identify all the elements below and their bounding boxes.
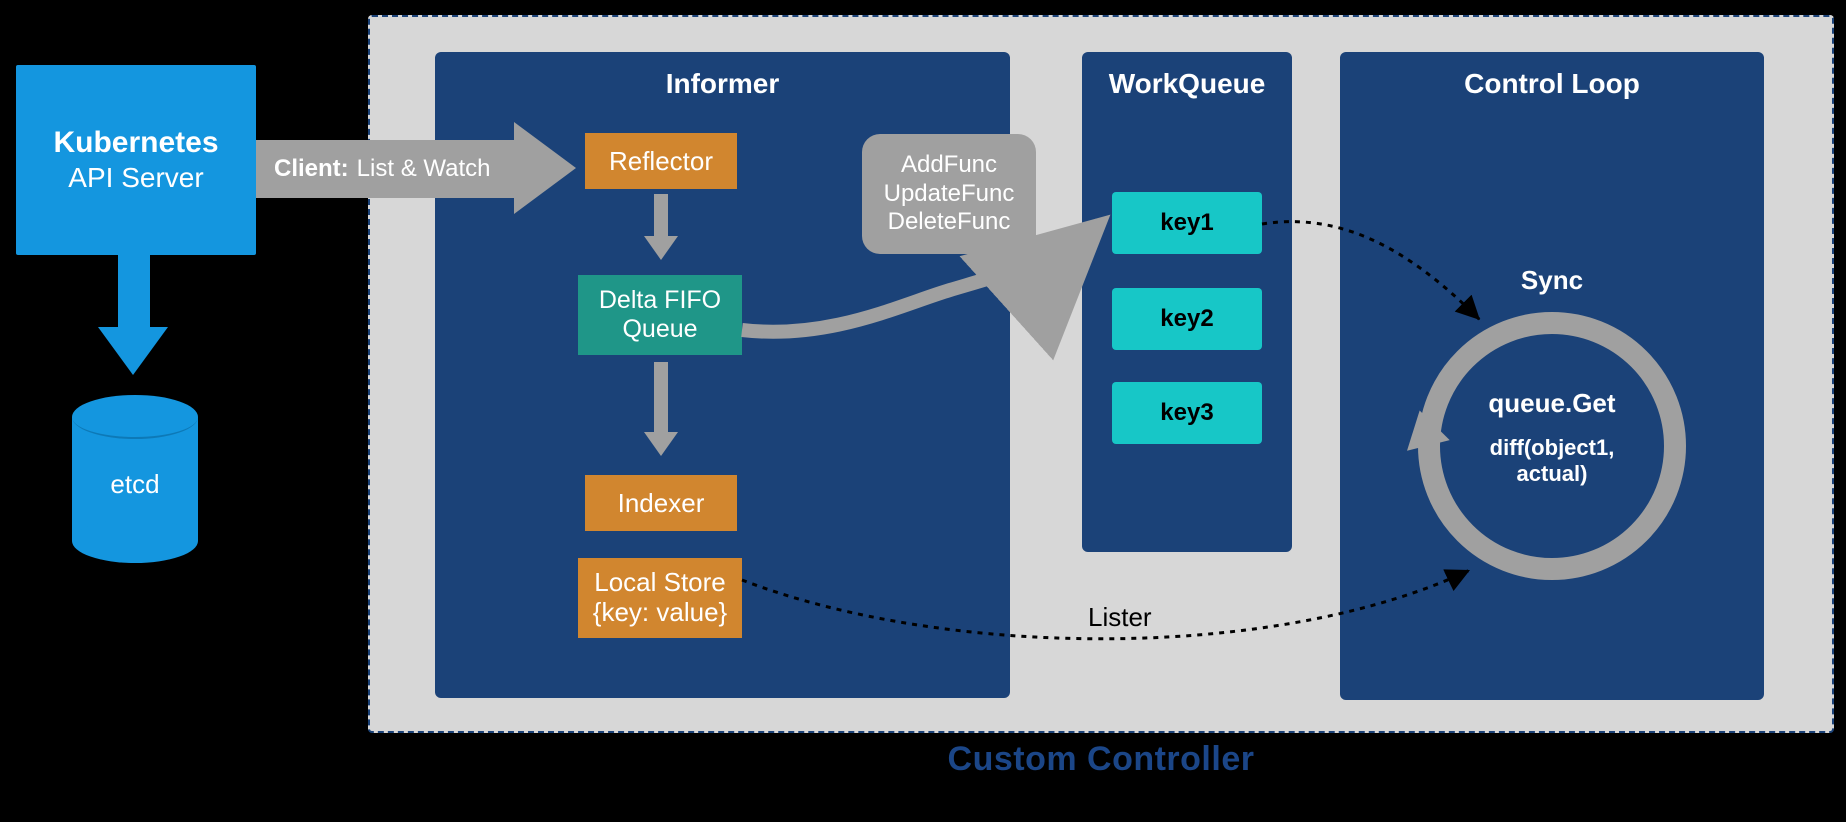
callback-funcs-bubble: AddFunc UpdateFunc DeleteFunc bbox=[862, 134, 1036, 254]
informer-title: Informer bbox=[435, 52, 1010, 100]
delta-fifo-line2: Queue bbox=[622, 315, 697, 344]
workqueue-key3: key3 bbox=[1112, 382, 1262, 444]
api-server-subtitle: API Server bbox=[68, 162, 203, 194]
workqueue-key1: key1 bbox=[1112, 192, 1262, 254]
workqueue-title: WorkQueue bbox=[1082, 52, 1292, 100]
arrow-reflector-to-delta-icon bbox=[654, 194, 672, 264]
updatefunc-label: UpdateFunc bbox=[884, 180, 1015, 209]
diff-line1: diff(object1, bbox=[1490, 435, 1615, 460]
diagram-canvas: Kubernetes API Server etcd Informer Clie… bbox=[0, 0, 1846, 822]
addfunc-label: AddFunc bbox=[901, 151, 997, 180]
custom-controller-caption: Custom Controller bbox=[368, 740, 1834, 779]
queue-get-label: queue.Get bbox=[1438, 388, 1666, 419]
indexer-box: Indexer bbox=[585, 475, 737, 531]
etcd-label: etcd bbox=[72, 469, 198, 500]
local-store-line2: {key: value} bbox=[593, 598, 727, 628]
kubernetes-title: Kubernetes bbox=[53, 126, 218, 160]
local-store-line1: Local Store bbox=[594, 568, 726, 598]
lister-label: Lister bbox=[1088, 602, 1152, 633]
list-watch-text: List & Watch bbox=[357, 155, 491, 183]
deletefunc-label: DeleteFunc bbox=[888, 208, 1011, 237]
list-watch-arrow-icon: Client: List & Watch bbox=[256, 128, 586, 210]
kubernetes-api-server-box: Kubernetes API Server bbox=[16, 65, 256, 255]
etcd-cylinder: etcd bbox=[72, 395, 198, 555]
arrow-delta-to-indexer-icon bbox=[654, 362, 672, 462]
sync-label: Sync bbox=[1340, 265, 1764, 296]
control-loop-title: Control Loop bbox=[1340, 52, 1764, 100]
delta-fifo-line1: Delta FIFO bbox=[599, 286, 721, 315]
diff-line2: actual) bbox=[1517, 461, 1588, 486]
client-prefix: Client: bbox=[274, 155, 349, 183]
sync-text-block: queue.Get diff(object1, actual) bbox=[1438, 388, 1666, 488]
local-store-box: Local Store {key: value} bbox=[578, 558, 742, 638]
workqueue-key2: key2 bbox=[1112, 288, 1262, 350]
arrow-apiserver-to-etcd-icon bbox=[104, 255, 164, 375]
delta-fifo-queue-box: Delta FIFO Queue bbox=[578, 275, 742, 355]
reflector-box: Reflector bbox=[585, 133, 737, 189]
